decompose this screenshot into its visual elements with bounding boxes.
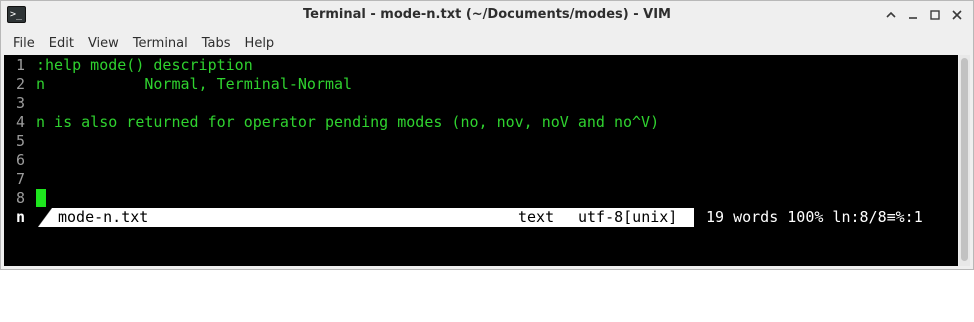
title-bar[interactable]: >_ Terminal - mode-n.txt (~/Documents/mo… <box>1 1 973 31</box>
mode-indicator: n <box>16 208 26 226</box>
terminal-area[interactable]: 1 :help mode() description 2 n Normal, Ter… <box>4 55 958 266</box>
line-text: :help mode() description <box>36 56 253 74</box>
line-number: 3 <box>16 94 26 112</box>
editor-line: 3 <box>4 94 36 113</box>
separator-icon <box>38 208 52 227</box>
file-name: mode-n.txt <box>58 208 149 226</box>
line-number: 5 <box>16 132 26 150</box>
window-title: Terminal - mode-n.txt (~/Documents/modes… <box>303 7 671 22</box>
editor-line: 6 <box>4 151 36 170</box>
line-number: 4 <box>16 113 26 131</box>
menu-view[interactable]: View <box>81 36 126 51</box>
menu-bar: File Edit View Terminal Tabs Help <box>1 31 973 55</box>
file-info-bar: mode-n.txt text utf-8[unix] <box>38 208 694 227</box>
menu-terminal[interactable]: Terminal <box>126 36 195 51</box>
line-number: 6 <box>16 151 26 169</box>
text-cursor <box>36 189 46 207</box>
line-text: n is also returned for operator pending … <box>36 113 660 131</box>
file-encoding: utf-8[unix] <box>578 208 678 226</box>
maximize-icon[interactable] <box>927 6 943 24</box>
editor-line: 4 n is also returned for operator pending… <box>4 113 659 132</box>
editor-line: 8 <box>4 189 46 208</box>
menu-help[interactable]: Help <box>238 36 282 51</box>
status-line: n mode-n.txt text utf-8[unix] 19 words 1… <box>4 208 958 227</box>
terminal-window: >_ Terminal - mode-n.txt (~/Documents/mo… <box>0 0 974 270</box>
line-number: 8 <box>16 189 26 207</box>
line-number: 1 <box>16 56 26 74</box>
minimize-icon[interactable] <box>905 6 921 24</box>
line-number: 2 <box>16 75 26 93</box>
scrollbar[interactable] <box>959 55 970 266</box>
editor-line: 2 n Normal, Terminal-Normal <box>4 75 352 94</box>
menu-tabs[interactable]: Tabs <box>195 36 238 51</box>
menu-file[interactable]: File <box>6 36 42 51</box>
shade-icon[interactable] <box>883 6 899 24</box>
menu-edit[interactable]: Edit <box>42 36 81 51</box>
position-info: 19 words 100% ln:8/8≡%:1 <box>706 208 923 226</box>
line-text: n Normal, Terminal-Normal <box>36 75 353 93</box>
editor-line: 1 :help mode() description <box>4 56 253 75</box>
file-type: text <box>518 208 555 226</box>
window-controls <box>883 6 965 24</box>
scrollbar-thumb[interactable] <box>961 58 968 261</box>
editor-line: 7 <box>4 170 36 189</box>
close-icon[interactable] <box>949 6 965 24</box>
editor-line: 5 <box>4 132 36 151</box>
line-number: 7 <box>16 170 26 188</box>
